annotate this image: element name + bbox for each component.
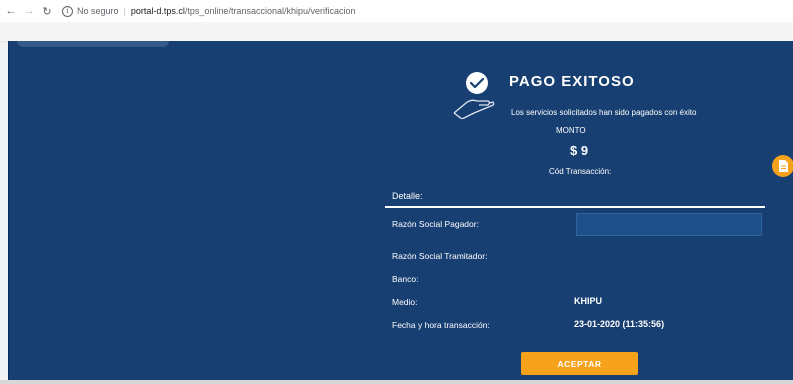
monto-value: $ 9 [570,143,589,158]
pagador-field [576,213,762,236]
url-separator: | [123,6,126,16]
fecha-value: 23-01-2020 (11:35:56) [574,319,665,329]
fecha-label: Fecha y hora transacción: [392,320,490,330]
reload-icon[interactable]: ↻ [40,4,54,18]
tramitador-label: Razón Social Tramitador: [392,251,488,261]
document-float-button[interactable] [772,155,793,177]
detail-divider [385,206,765,208]
document-icon [779,160,788,172]
bookmarks-bar [0,22,793,42]
browser-toolbar: ← → ↻ i No seguro | portal-d.tps.cl/tps_… [0,0,793,23]
detalle-label: Detalle: [392,191,423,201]
page-content: PAGO EXITOSO Los servicios solicitados h… [8,41,793,380]
forward-arrow-icon[interactable]: → [22,4,36,18]
back-arrow-icon[interactable]: ← [4,4,18,18]
security-label: No seguro [77,6,119,16]
page-subtitle: Los servicios solicitados han sido pagad… [511,108,697,117]
payment-success-icon [453,72,495,119]
header-tab-stub [17,41,169,47]
url-host: portal-d.tps.cl [130,6,185,16]
banco-label: Banco: [392,274,419,284]
address-bar[interactable]: portal-d.tps.cl/tps_online/transaccional… [131,6,356,16]
medio-value: KHIPU [574,296,603,306]
info-icon[interactable]: i [62,5,73,17]
transaction-code-label: Cód Transacción: [549,167,612,176]
pagador-label: Razón Social Pagador: [392,219,479,229]
medio-label: Medio: [392,297,418,307]
accept-button[interactable]: ACEPTAR [521,352,638,375]
monto-label: MONTO [556,126,586,135]
page-title: PAGO EXITOSO [509,73,635,90]
url-path: /tps_online/transaccional/khipu/verifica… [184,6,356,16]
window-bottom-edge [0,380,793,384]
